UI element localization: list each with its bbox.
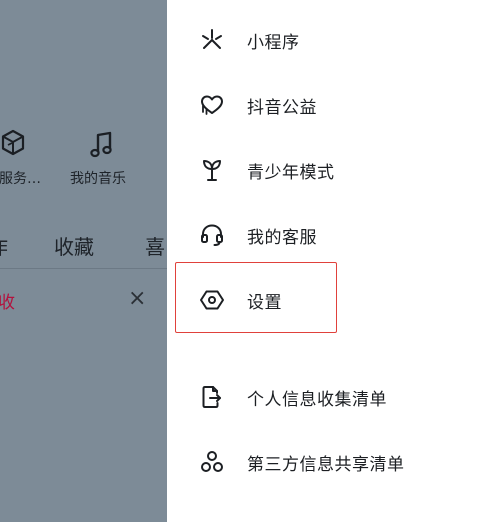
document-export-icon (202, 386, 221, 408)
tab-likes[interactable]: 喜 (145, 231, 165, 260)
charity-heart-icon (201, 95, 223, 115)
menu-item-teen-mode[interactable]: 青少年模式 (167, 145, 500, 195)
close-icon[interactable]: × (128, 286, 146, 311)
headset-icon (201, 224, 223, 246)
menu-item-label: 青少年模式 (247, 163, 335, 183)
shortcut-my-music-label[interactable]: 我的音乐 (70, 168, 126, 188)
menu-item-settings[interactable]: 设置 (167, 275, 500, 325)
tab-favorites[interactable]: 收藏 (54, 231, 94, 260)
menu-item-customer-service[interactable]: 我的客服 (167, 210, 500, 260)
background-overlay[interactable]: 服务… 我的音乐 作 收藏 喜 收 × (0, 0, 167, 522)
menu-item-label: 小程序 (247, 33, 300, 53)
menu-item-third-party-sharing-list[interactable]: 第三方信息共享清单 (167, 437, 500, 487)
sprout-icon (203, 160, 221, 181)
menu-item-personal-info-list[interactable]: 个人信息收集清单 (167, 372, 500, 422)
menu-item-label: 第三方信息共享清单 (247, 455, 405, 475)
shortcut-services-label[interactable]: 服务… (0, 168, 41, 188)
menu-item-charity[interactable]: 抖音公益 (167, 80, 500, 130)
menu-item-label: 设置 (247, 293, 282, 313)
menu-item-label: 个人信息收集清单 (247, 390, 387, 410)
tab-divider (0, 268, 167, 269)
mini-program-icon (202, 29, 222, 49)
notice-text: 收 (0, 293, 15, 313)
side-drawer: 小程序 抖音公益 青少年模式 我的客服 设置 个人信息收集清单 第三方信息共享清… (167, 0, 500, 522)
menu-item-label: 我的客服 (247, 228, 317, 248)
menu-item-label: 抖音公益 (247, 98, 317, 118)
settings-hexagon-icon (200, 290, 224, 310)
menu-item-mini-programs[interactable]: 小程序 (167, 15, 500, 65)
music-note-icon (90, 131, 112, 158)
share-nodes-icon (201, 451, 223, 472)
cube-icon (1, 129, 25, 156)
tab-works[interactable]: 作 (0, 231, 8, 260)
